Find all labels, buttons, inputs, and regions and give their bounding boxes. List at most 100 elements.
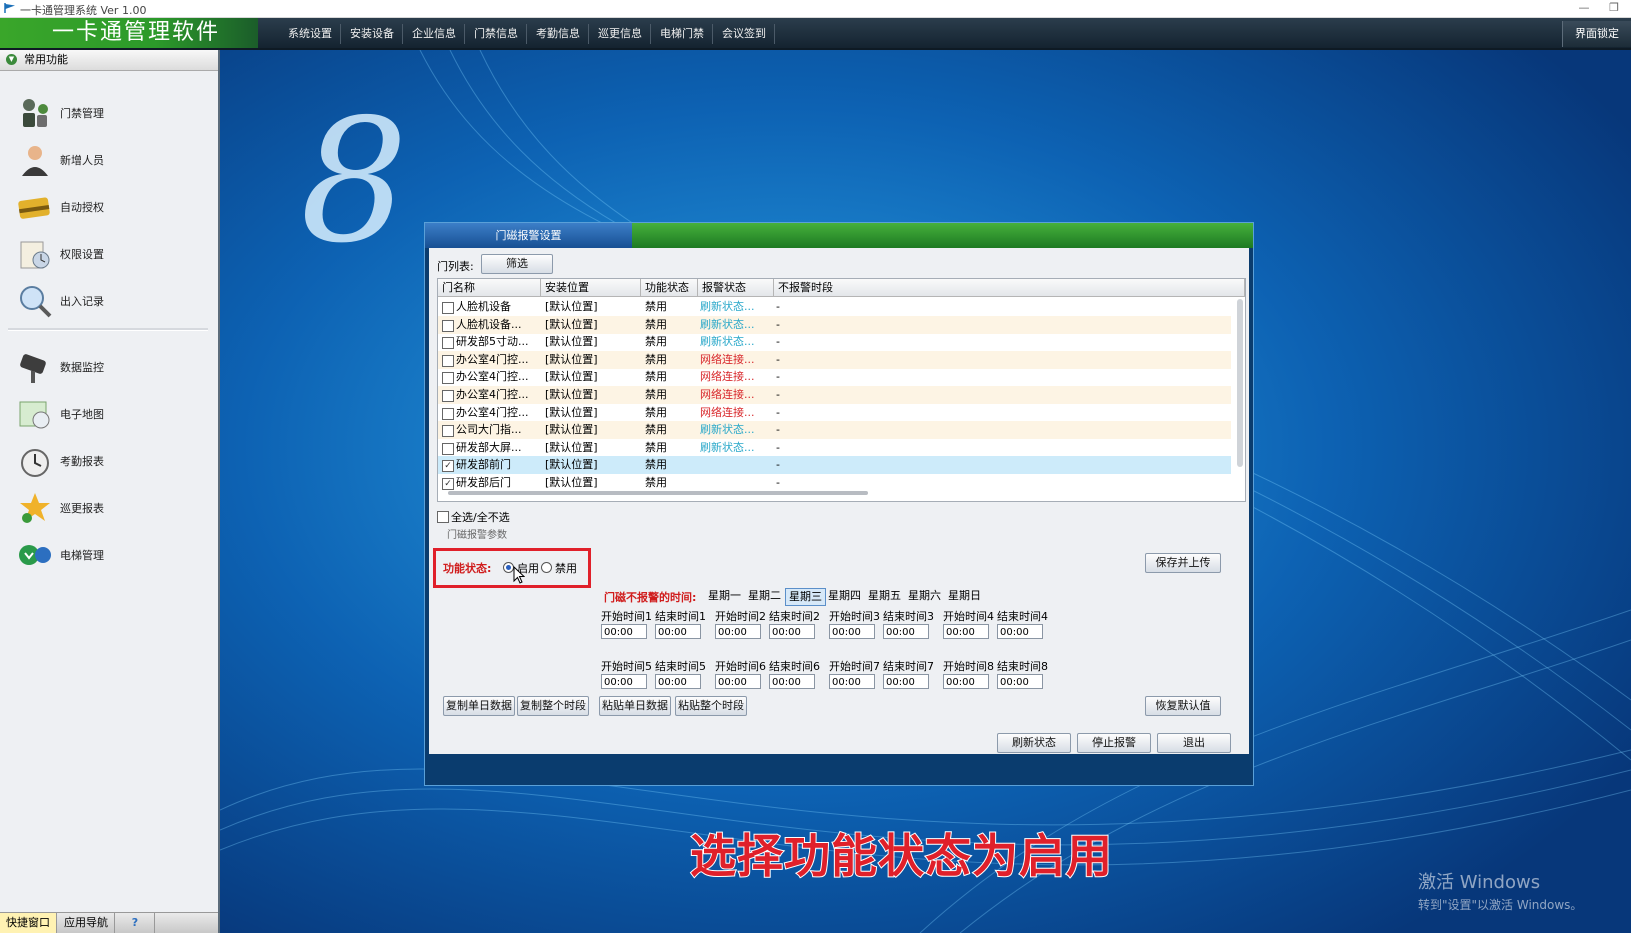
- row-checkbox[interactable]: [442, 442, 454, 455]
- menu-elevator-access[interactable]: 电梯门禁: [652, 24, 713, 44]
- slot-end-input-4[interactable]: 00:00: [997, 624, 1043, 639]
- cell-location: [默认位置]: [545, 440, 598, 454]
- slot-end-input-7[interactable]: 00:00: [883, 674, 929, 689]
- table-row[interactable]: 人脸机设备... [默认位置] 禁用 刷新状态... -: [438, 315, 1231, 334]
- slot-start-input-8[interactable]: 00:00: [943, 674, 989, 689]
- select-all-checkbox[interactable]: [437, 511, 449, 523]
- radio-disable[interactable]: [541, 562, 552, 573]
- vertical-scrollbar[interactable]: [1237, 299, 1243, 467]
- sidebar-item-elevator[interactable]: 电梯管理: [14, 535, 204, 575]
- sidebar-item-access-records[interactable]: 出入记录: [14, 281, 204, 321]
- table-row[interactable]: 办公室4门控... [默认位置] 禁用 网络连接... -: [438, 386, 1231, 404]
- row-checkbox[interactable]: [442, 354, 454, 367]
- slot-end-input-8[interactable]: 00:00: [997, 674, 1043, 689]
- exit-button[interactable]: 退出: [1157, 733, 1231, 753]
- slot-end-input-2[interactable]: 00:00: [769, 624, 815, 639]
- paste-day-button[interactable]: 粘贴单日数据: [599, 696, 671, 716]
- slot-end-input-6[interactable]: 00:00: [769, 674, 815, 689]
- sidebar-item-permissions[interactable]: 权限设置: [14, 234, 204, 274]
- tab-day-1[interactable]: 星期一: [705, 588, 744, 604]
- menu-install-device[interactable]: 安装设备: [342, 24, 403, 44]
- stop-alarm-button[interactable]: 停止报警: [1077, 733, 1151, 753]
- row-checkbox[interactable]: [442, 407, 454, 420]
- minimize-button[interactable]: —: [1573, 0, 1595, 17]
- table-row[interactable]: 公司大门指... [默认位置] 禁用 刷新状态... -: [438, 421, 1231, 440]
- save-upload-button[interactable]: 保存并上传: [1145, 553, 1221, 573]
- tab-day-4[interactable]: 星期四: [825, 588, 864, 604]
- tab-day-3[interactable]: 星期三: [785, 588, 826, 606]
- slot-start-input-5[interactable]: 00:00: [601, 674, 647, 689]
- table-row[interactable]: 人脸机设备 [默认位置] 禁用 刷新状态... -: [438, 298, 1231, 316]
- table-row[interactable]: 办公室4门控... [默认位置] 禁用 网络连接... -: [438, 404, 1231, 422]
- row-checkbox[interactable]: [442, 425, 454, 438]
- row-checkbox[interactable]: ✓: [442, 460, 454, 473]
- table-row[interactable]: 办公室4门控... [默认位置] 禁用 网络连接... -: [438, 368, 1231, 386]
- sidebar-item-door-access[interactable]: 门禁管理: [14, 93, 204, 133]
- sidebar-item-e-map[interactable]: 电子地图: [14, 394, 204, 434]
- sidebar-item-label: 出入记录: [60, 295, 104, 308]
- sidebar-item-auto-auth[interactable]: 自动授权: [14, 187, 204, 227]
- slot-start-input-7[interactable]: 00:00: [829, 674, 875, 689]
- slot-end-input-3[interactable]: 00:00: [883, 624, 929, 639]
- tab-day-5[interactable]: 星期五: [865, 588, 904, 604]
- row-checkbox[interactable]: [442, 372, 454, 385]
- table-row[interactable]: 研发部大屏... [默认位置] 禁用 刷新状态... -: [438, 439, 1231, 457]
- cell-location: [默认位置]: [545, 300, 598, 313]
- select-all-label: 全选/全不选: [451, 511, 510, 524]
- slot-end-input-1[interactable]: 00:00: [655, 624, 701, 639]
- copy-all-button[interactable]: 复制整个时段: [517, 696, 589, 716]
- refresh-status-button[interactable]: 刷新状态: [997, 733, 1071, 753]
- column-no-alarm-period[interactable]: 不报警时段: [774, 279, 1245, 297]
- table-row[interactable]: ✓ 研发部后门 [默认位置] 禁用 -: [438, 474, 1231, 492]
- copy-day-button[interactable]: 复制单日数据: [443, 696, 515, 716]
- paste-all-button[interactable]: 粘贴整个时段: [675, 696, 747, 716]
- menu-meeting-checkin[interactable]: 会议签到: [714, 24, 775, 44]
- slot-start-input-1[interactable]: 00:00: [601, 624, 647, 639]
- column-door-name[interactable]: 门名称: [438, 279, 541, 297]
- restore-default-button[interactable]: 恢复默认值: [1145, 696, 1221, 716]
- tab-app-navigation[interactable]: 应用导航: [58, 913, 115, 933]
- row-checkbox[interactable]: ✓: [442, 478, 454, 490]
- column-location[interactable]: 安装位置: [541, 279, 641, 297]
- lock-ui-button[interactable]: 界面锁定: [1562, 21, 1631, 47]
- column-function-status[interactable]: 功能状态: [641, 279, 698, 297]
- tab-day-6[interactable]: 星期六: [905, 588, 944, 604]
- slot-end-label-1: 结束时间1: [655, 610, 706, 623]
- horizontal-scrollbar[interactable]: [448, 491, 868, 495]
- filter-button[interactable]: 筛选: [481, 254, 553, 274]
- row-checkbox[interactable]: [442, 302, 454, 314]
- slot-start-input-2[interactable]: 00:00: [715, 624, 761, 639]
- slot-start-label-3: 开始时间3: [829, 610, 880, 623]
- cell-door-name: 人脸机设备...: [456, 317, 522, 331]
- sidebar-header[interactable]: ▼ 常用功能: [0, 50, 218, 71]
- row-checkbox[interactable]: [442, 319, 454, 332]
- sidebar-footer: 快捷窗口 应用导航 ?: [0, 912, 218, 933]
- menu-access-info[interactable]: 门禁信息: [466, 24, 527, 44]
- row-checkbox[interactable]: [442, 337, 454, 350]
- menu-company-info[interactable]: 企业信息: [404, 24, 465, 44]
- menu-patrol-info[interactable]: 巡更信息: [590, 24, 651, 44]
- sidebar-item-patrol-report[interactable]: 巡更报表: [14, 488, 204, 528]
- tab-day-2[interactable]: 星期二: [745, 588, 784, 604]
- sidebar-item-data-monitor[interactable]: 数据监控: [14, 347, 204, 387]
- slot-end-input-5[interactable]: 00:00: [655, 674, 701, 689]
- menu-system-settings[interactable]: 系统设置: [280, 24, 341, 44]
- table-row[interactable]: 研发部5寸动... [默认位置] 禁用 刷新状态... -: [438, 333, 1231, 351]
- slot-start-input-3[interactable]: 00:00: [829, 624, 875, 639]
- logo-eight-icon: 8: [300, 83, 408, 281]
- cell-door-name: 办公室4门控...: [456, 388, 529, 401]
- column-alarm-status[interactable]: 报警状态: [698, 279, 774, 297]
- tab-quick-window[interactable]: 快捷窗口: [0, 913, 57, 933]
- collapse-icon[interactable]: ▼: [6, 54, 17, 65]
- menu-attendance-info[interactable]: 考勤信息: [528, 24, 589, 44]
- table-row[interactable]: 办公室4门控... [默认位置] 禁用 网络连接... -: [438, 350, 1231, 369]
- help-icon[interactable]: ?: [116, 913, 155, 933]
- restore-button[interactable]: ❐: [1603, 0, 1625, 17]
- table-row[interactable]: ✓ 研发部前门 [默认位置] 禁用 -: [438, 456, 1231, 475]
- tab-day-7[interactable]: 星期日: [945, 588, 984, 604]
- row-checkbox[interactable]: [442, 390, 454, 402]
- sidebar-item-add-person[interactable]: 新增人员: [14, 140, 204, 180]
- slot-start-input-4[interactable]: 00:00: [943, 624, 989, 639]
- sidebar-item-attendance-report[interactable]: 考勤报表: [14, 441, 204, 481]
- slot-start-input-6[interactable]: 00:00: [715, 674, 761, 689]
